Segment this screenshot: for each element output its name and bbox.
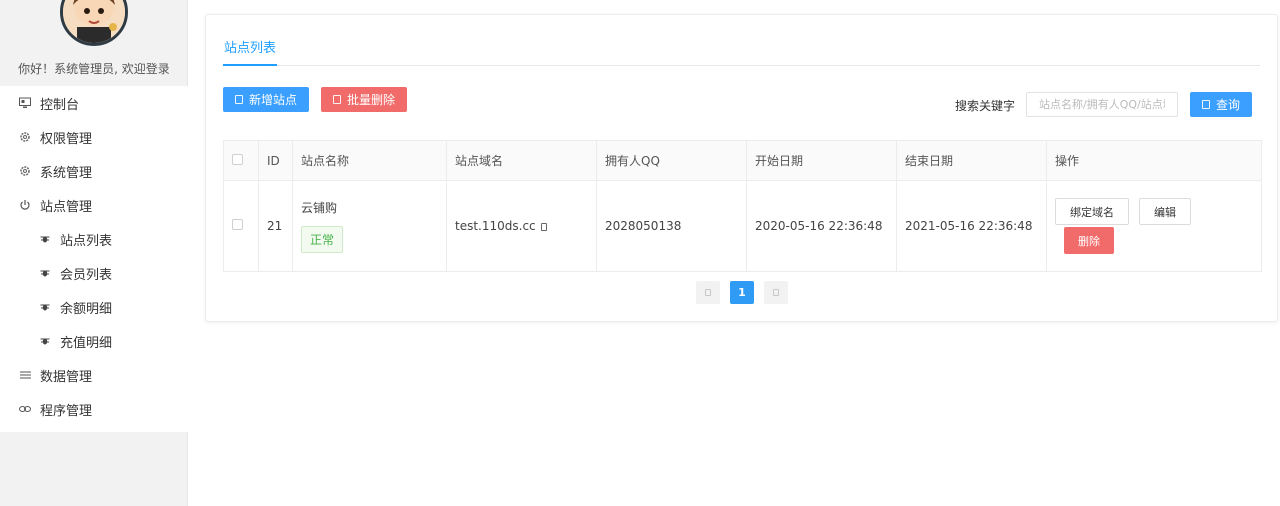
site-table: ID 站点名称 站点域名 拥有人QQ 开始日期 结束日期 操作 21 云铺购 正… [223, 140, 1262, 272]
bug-icon [38, 334, 52, 348]
sidebar-item-label: 数据管理 [40, 369, 93, 385]
header-site-domain: 站点域名 [446, 140, 597, 181]
row-checkbox[interactable] [232, 219, 243, 230]
avatar-image [63, 0, 125, 43]
sidebar-item-data[interactable]: 数据管理 [0, 358, 188, 392]
sidebar-item-permissions[interactable]: 权限管理 [0, 120, 188, 154]
gear-icon [18, 130, 32, 144]
status-badge: 正常 [301, 226, 344, 253]
current-page-button[interactable]: 1 [730, 281, 754, 304]
cell-id: 21 [258, 180, 293, 272]
delete-button[interactable]: 删除 [1064, 227, 1114, 254]
bug-icon [38, 266, 52, 280]
sidebar-item-dashboard[interactable]: 控制台 [0, 86, 188, 120]
sidebar-item-label: 充值明细 [60, 335, 113, 351]
header-owner-qq: 拥有人QQ [596, 140, 747, 181]
prev-icon [705, 289, 711, 296]
cell-end-date: 2021-05-16 22:36:48 [896, 180, 1047, 272]
cell-actions: 绑定域名 编辑 删除 [1046, 180, 1262, 272]
gear-icon [18, 164, 32, 178]
cell-start-date: 2020-05-16 22:36:48 [746, 180, 897, 272]
search-icon [1201, 100, 1210, 109]
sidebar-item-system[interactable]: 系统管理 [0, 154, 188, 188]
select-all-checkbox[interactable] [232, 153, 243, 165]
site-domain-link[interactable]: test.110ds.cc [455, 219, 536, 233]
sidebar: 你好！系统管理员, 欢迎登录 控制台 权限管理 系统管理 站点管理 站点列表 会… [0, 0, 188, 506]
edit-button[interactable]: 编辑 [1139, 198, 1191, 225]
header-actions: 操作 [1046, 140, 1262, 181]
sidebar-item-label: 程序管理 [40, 403, 93, 419]
header-start-date: 开始日期 [746, 140, 897, 181]
query-label: 查询 [1215, 98, 1240, 112]
delete-icon [332, 95, 341, 104]
tab-bar: 站点列表 [223, 39, 1260, 66]
sidebar-item-label: 会员列表 [60, 267, 113, 283]
menu-spacer [0, 426, 188, 432]
sidebar-item-label: 余额明细 [60, 301, 113, 317]
add-icon [234, 95, 243, 104]
sidebar-menu: 控制台 权限管理 系统管理 站点管理 站点列表 会员列表 余额明细 充值明细 数… [0, 86, 188, 432]
monitor-icon [18, 96, 32, 110]
header-id: ID [258, 140, 293, 181]
sidebar-item-label: 控制台 [40, 97, 80, 113]
external-link-icon[interactable] [540, 222, 547, 231]
select-all-cell [223, 140, 259, 181]
sidebar-item-balance-details[interactable]: 余额明细 [0, 290, 188, 324]
cell-site-domain: test.110ds.cc [446, 180, 597, 272]
bug-icon [38, 232, 52, 246]
add-site-label: 新增站点 [248, 93, 297, 107]
header-end-date: 结束日期 [896, 140, 1047, 181]
avatar[interactable] [60, 0, 128, 46]
row-select-cell [223, 180, 259, 272]
site-list-panel: 站点列表 新增站点 批量删除 搜索关键字 查询 ID 站点名称 站点域名 拥有人… [205, 14, 1278, 322]
next-page-button[interactable] [764, 281, 788, 304]
cell-site-name: 云铺购 正常 [292, 180, 447, 272]
link-icon [18, 402, 32, 416]
next-icon [773, 289, 779, 296]
prev-page-button[interactable] [696, 281, 720, 304]
batch-delete-button[interactable]: 批量删除 [321, 87, 407, 112]
bind-domain-button[interactable]: 绑定域名 [1055, 198, 1129, 225]
cell-owner-qq: 2028050138 [596, 180, 747, 272]
sidebar-item-sites[interactable]: 站点管理 [0, 188, 188, 222]
sidebar-item-label: 站点列表 [60, 233, 113, 249]
pagination: 1 [696, 281, 788, 304]
bug-icon [38, 300, 52, 314]
sidebar-item-programs[interactable]: 程序管理 [0, 392, 188, 426]
sidebar-item-label: 权限管理 [40, 131, 93, 147]
table-header-row: ID 站点名称 站点域名 拥有人QQ 开始日期 结束日期 操作 [223, 140, 1262, 181]
site-name-text: 云铺购 [301, 201, 338, 215]
tab-site-list[interactable]: 站点列表 [223, 39, 278, 66]
sidebar-item-label: 系统管理 [40, 165, 93, 181]
list-icon [18, 368, 32, 382]
header-site-name: 站点名称 [292, 140, 447, 181]
sidebar-item-site-list[interactable]: 站点列表 [0, 222, 188, 256]
power-icon [18, 198, 32, 212]
greeting-text: 你好！系统管理员, 欢迎登录 [18, 62, 170, 76]
query-button[interactable]: 查询 [1190, 92, 1252, 117]
sidebar-item-label: 站点管理 [40, 199, 93, 215]
sidebar-item-recharge-details[interactable]: 充值明细 [0, 324, 188, 358]
search-label: 搜索关键字 [955, 99, 1016, 113]
add-site-button[interactable]: 新增站点 [223, 87, 309, 112]
batch-delete-label: 批量删除 [346, 93, 395, 107]
row-actions: 绑定域名 编辑 删除 [1047, 181, 1261, 271]
search-input[interactable] [1026, 92, 1178, 117]
sidebar-item-member-list[interactable]: 会员列表 [0, 256, 188, 290]
table-row: 21 云铺购 正常 test.110ds.cc 2028050138 2020-… [223, 180, 1262, 272]
